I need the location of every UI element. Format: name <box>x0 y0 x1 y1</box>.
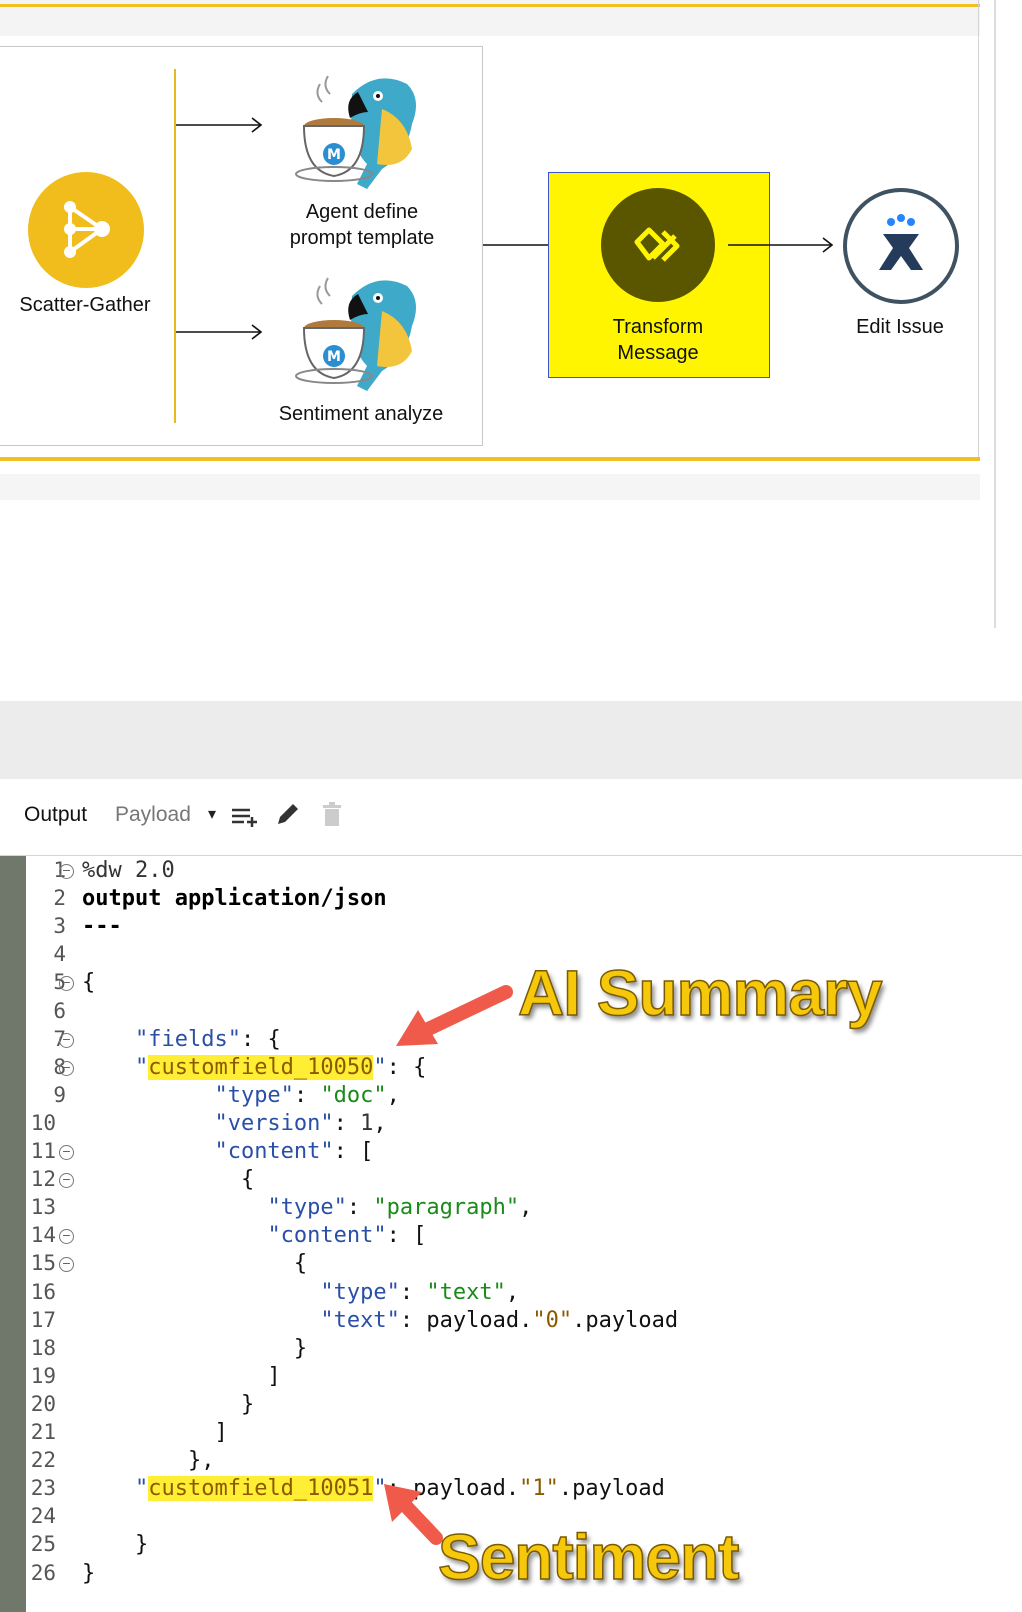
transform-message-icon[interactable] <box>601 188 715 302</box>
flow-top-border <box>0 4 980 7</box>
ai-summary-arrow <box>396 985 513 1046</box>
scatter-gather-icon[interactable] <box>28 172 144 288</box>
edit-icon[interactable] <box>275 802 301 828</box>
code-line[interactable]: ] <box>82 1420 227 1445</box>
line-number: 6 <box>53 998 66 1023</box>
code-line[interactable]: "content": [ <box>82 1223 426 1248</box>
sentiment-parrot-cup-icon[interactable]: M <box>292 266 432 392</box>
code-line[interactable]: } <box>82 1392 254 1417</box>
line-number: 25 <box>30 1532 56 1557</box>
code-line[interactable]: } <box>82 1336 307 1361</box>
line-number: 20 <box>30 1391 56 1416</box>
line-number: 22 <box>30 1448 56 1473</box>
sentiment-callout: Sentiment <box>437 1520 740 1594</box>
code-line[interactable]: { <box>82 1251 307 1276</box>
code-line[interactable]: } <box>82 1532 148 1557</box>
code-line[interactable]: --- <box>82 914 122 939</box>
svg-text:M: M <box>327 349 341 365</box>
line-number: 24 <box>30 1504 56 1529</box>
line-number: 4 <box>53 942 66 967</box>
code-line[interactable]: output application/json <box>82 886 387 911</box>
code-line[interactable]: { <box>82 1167 254 1192</box>
line-number: 17 <box>30 1307 56 1332</box>
code-line[interactable]: ] <box>82 1364 280 1389</box>
fold-toggle-icon[interactable]: − <box>59 1173 74 1189</box>
route-arrow-1 <box>176 117 263 133</box>
line-number: 10 <box>30 1110 56 1135</box>
jira-icon[interactable] <box>843 188 959 304</box>
line-number: 15 <box>30 1251 56 1276</box>
canvas-scrollbar-track[interactable] <box>994 0 996 628</box>
line-number: 21 <box>30 1420 56 1444</box>
canvas-right-border <box>978 0 979 460</box>
flow-footer-band <box>0 474 980 500</box>
fold-toggle-icon[interactable]: − <box>59 864 74 879</box>
line-number: 12 <box>30 1167 56 1192</box>
code-line[interactable]: "type": "text", <box>82 1280 519 1305</box>
transform-message-label: Transform Message <box>612 316 704 364</box>
output-label: Output <box>24 803 88 826</box>
edit-issue-label: Edit Issue <box>856 316 944 338</box>
route-arrow-2 <box>176 324 263 340</box>
code-line[interactable]: "type": "paragraph", <box>82 1195 532 1220</box>
code-line[interactable]: "version": 1, <box>82 1111 386 1136</box>
line-number: 9 <box>53 1082 66 1107</box>
code-line[interactable]: "text": payload."0".payload <box>82 1308 678 1333</box>
line-number: 3 <box>53 914 66 939</box>
agent-parrot-cup-icon[interactable]: M <box>292 64 432 190</box>
add-mapping-icon[interactable] <box>230 805 260 829</box>
code-line[interactable]: %dw 2.0 <box>82 858 175 883</box>
code-line[interactable]: { <box>82 970 95 995</box>
code-line[interactable]: "customfield_10050": { <box>82 1054 426 1080</box>
code-line[interactable]: "customfield_10051": payload."1".payload <box>82 1476 665 1502</box>
svg-text:M: M <box>327 147 341 163</box>
line-number: 23 <box>30 1476 56 1501</box>
line-number: 16 <box>30 1279 56 1304</box>
flow-arrow-to-edit-issue <box>728 237 834 253</box>
line-number: 11 <box>30 1139 56 1163</box>
code-line[interactable]: "content": [ <box>82 1139 373 1164</box>
code-line[interactable]: "fields": { <box>82 1027 281 1052</box>
line-number: 14 <box>30 1223 56 1248</box>
agent-define-label: Agent define prompt template <box>289 201 435 249</box>
code-line[interactable]: } <box>82 1561 95 1586</box>
payload-dropdown[interactable]: Payload <box>115 803 191 827</box>
line-number: 19 <box>30 1363 56 1388</box>
panel-divider <box>0 701 1022 779</box>
fold-toggle-icon[interactable]: − <box>59 1032 74 1048</box>
code-line[interactable]: }, <box>82 1448 215 1473</box>
line-number: 2 <box>53 886 66 911</box>
fold-toggle-icon[interactable]: − <box>59 1145 74 1160</box>
ai-summary-callout: AI Summary <box>517 956 883 1030</box>
line-number: 26 <box>30 1560 56 1585</box>
flow-bottom-border <box>0 457 980 461</box>
fold-toggle-icon[interactable]: − <box>59 1060 74 1076</box>
editor-gutter-bar <box>0 856 26 1612</box>
chevron-down-icon[interactable]: ▾ <box>208 804 216 824</box>
line-number: 13 <box>30 1195 56 1220</box>
line-number: 18 <box>30 1335 56 1360</box>
code-line[interactable]: "type": "doc", <box>82 1083 399 1108</box>
delete-icon[interactable] <box>322 802 342 828</box>
scatter-gather-label: Scatter-Gather <box>19 294 151 316</box>
sentiment-analyze-label: Sentiment analyze <box>278 403 444 425</box>
